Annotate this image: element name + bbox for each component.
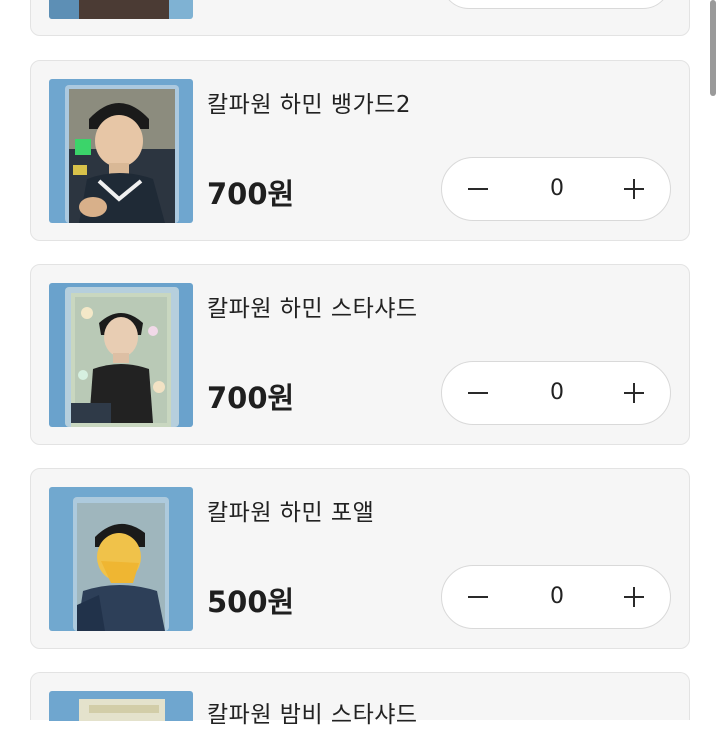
quantity-value: 0 [550, 380, 564, 405]
quantity-stepper[interactable] [441, 0, 671, 9]
decrease-quantity-button[interactable] [448, 566, 508, 628]
decrease-quantity-button[interactable] [448, 362, 508, 424]
minus-icon [468, 392, 488, 394]
product-card [30, 0, 690, 36]
product-card: 칼파원 밤비 스타샤드 [30, 672, 690, 728]
increase-quantity-button[interactable] [604, 566, 664, 628]
product-list: 칼파원 하민 뱅가드2 700원 0 칼파원 하민 스타샤드 700원 0 칼파… [0, 0, 720, 728]
product-card: 칼파원 하민 스타샤드 700원 0 [30, 264, 690, 445]
plus-icon [624, 383, 644, 403]
quantity-stepper[interactable]: 0 [441, 361, 671, 425]
plus-icon [624, 587, 644, 607]
product-name: 칼파원 밤비 스타샤드 [207, 702, 418, 728]
product-thumbnail[interactable] [49, 79, 193, 223]
product-name: 칼파원 하민 포앨 [207, 500, 375, 526]
product-price: 700원 [207, 381, 295, 415]
product-thumbnail[interactable] [49, 283, 193, 427]
increase-quantity-button[interactable] [604, 158, 664, 220]
product-card: 칼파원 하민 뱅가드2 700원 0 [30, 60, 690, 241]
quantity-stepper[interactable]: 0 [441, 157, 671, 221]
decrease-quantity-button[interactable] [448, 158, 508, 220]
product-name: 칼파원 하민 뱅가드2 [207, 92, 412, 118]
product-price: 500원 [207, 585, 295, 619]
scrollbar[interactable] [710, 0, 716, 96]
product-price: 700원 [207, 177, 295, 211]
plus-icon [624, 179, 644, 199]
product-thumbnail[interactable] [49, 691, 193, 721]
product-name: 칼파원 하민 스타샤드 [207, 296, 418, 322]
minus-icon [468, 596, 488, 598]
quantity-value: 0 [550, 584, 564, 609]
product-card: 칼파원 하민 포앨 500원 0 [30, 468, 690, 649]
increase-quantity-button[interactable] [604, 362, 664, 424]
product-thumbnail[interactable] [49, 0, 193, 19]
product-thumbnail[interactable] [49, 487, 193, 631]
quantity-value: 0 [550, 176, 564, 201]
minus-icon [468, 188, 488, 190]
quantity-stepper[interactable]: 0 [441, 565, 671, 629]
